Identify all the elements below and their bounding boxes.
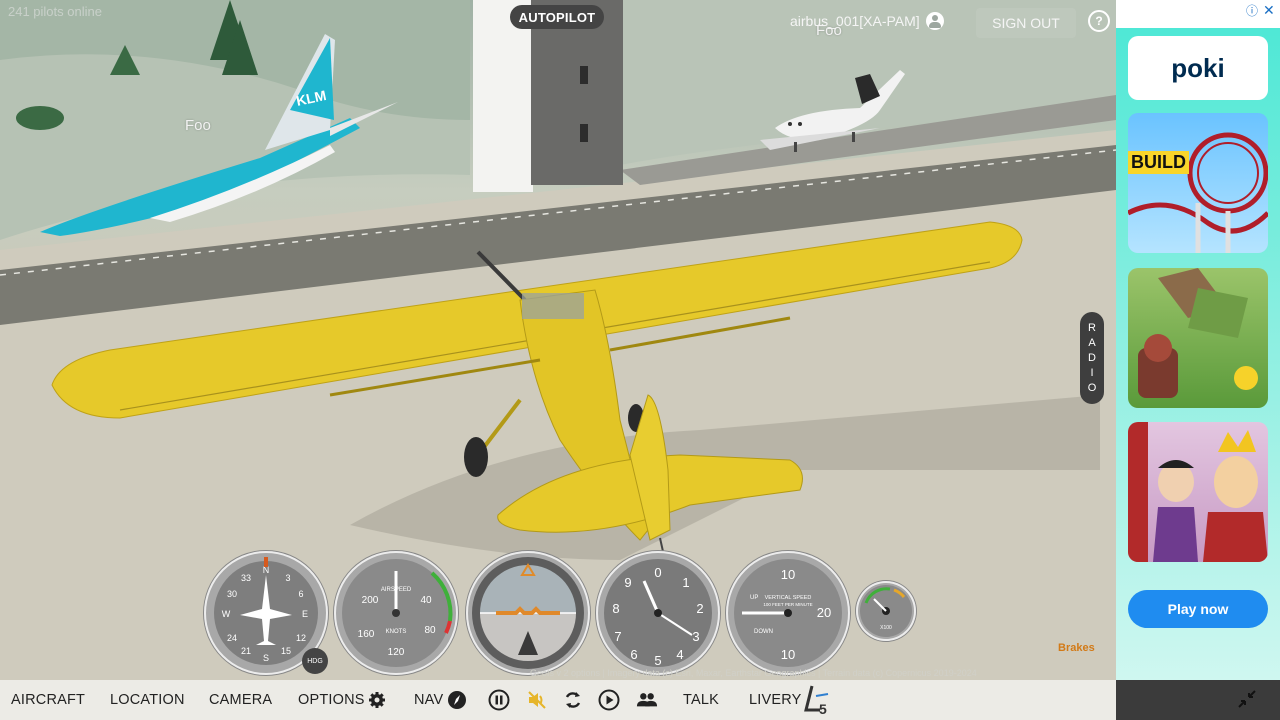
username: airbus_001[XA-PAM] bbox=[790, 13, 920, 29]
svg-text:33: 33 bbox=[241, 573, 251, 583]
ad-game-title: BUILD bbox=[1128, 151, 1189, 174]
ad-close-icon[interactable]: ✕ bbox=[1263, 2, 1275, 19]
pilots-online-count: 241 pilots online bbox=[8, 4, 102, 19]
attitude-indicator bbox=[466, 551, 590, 675]
svg-text:3: 3 bbox=[285, 573, 290, 583]
radio-letter: D bbox=[1088, 352, 1096, 364]
rpm-gauge: X100 bbox=[856, 581, 916, 641]
ad-game-card-coaster[interactable]: BUILD bbox=[1128, 113, 1268, 253]
svg-text:30: 30 bbox=[227, 589, 237, 599]
gear-icon[interactable] bbox=[366, 689, 388, 711]
svg-text:4: 4 bbox=[676, 647, 683, 662]
svg-text:0: 0 bbox=[654, 565, 661, 580]
attribution-text: Geofs v 2 options | Imagery data (c) Esr… bbox=[530, 668, 977, 678]
airspeed-unit: KNOTS bbox=[386, 629, 407, 635]
svg-text:6: 6 bbox=[630, 647, 637, 662]
svg-text:21: 21 bbox=[241, 646, 251, 656]
menu-aircraft[interactable]: AIRCRAFT bbox=[11, 680, 85, 720]
svg-text:7: 7 bbox=[614, 629, 621, 644]
svg-text:24: 24 bbox=[227, 633, 237, 643]
collapse-icon[interactable] bbox=[1236, 688, 1258, 710]
menu-talk[interactable]: TALK bbox=[683, 680, 719, 720]
geofs-logo-icon: 5 bbox=[802, 683, 830, 717]
airspeed-indicator: 40 80 120 160 200 AIRSPEED KNOTS bbox=[334, 551, 458, 675]
altimeter: 0 12 345 67 89 bbox=[596, 551, 720, 675]
reset-icon[interactable] bbox=[562, 689, 584, 711]
radio-letter: R bbox=[1088, 322, 1096, 334]
ad-game-card-archer[interactable] bbox=[1128, 268, 1268, 408]
svg-text:S: S bbox=[263, 653, 269, 663]
autopilot-button[interactable]: AUTOPILOT bbox=[510, 5, 604, 29]
menu-nav[interactable]: NAV bbox=[414, 680, 443, 720]
bush-1 bbox=[16, 106, 64, 130]
radio-letter: I bbox=[1090, 367, 1094, 379]
svg-text:5: 5 bbox=[819, 701, 827, 716]
svg-text:9: 9 bbox=[624, 575, 631, 590]
svg-text:2: 2 bbox=[696, 601, 703, 616]
players-icon[interactable] bbox=[636, 689, 658, 711]
svg-text:DOWN: DOWN bbox=[754, 629, 773, 635]
play-icon[interactable] bbox=[598, 689, 620, 711]
brakes-indicator: Brakes bbox=[1058, 642, 1095, 654]
bottom-menu-bar: AIRCRAFT LOCATION CAMERA OPTIONS NAV TAL… bbox=[0, 680, 1116, 720]
svg-text:6: 6 bbox=[298, 589, 303, 599]
ad-game-card-king[interactable] bbox=[1128, 422, 1268, 562]
svg-text:5: 5 bbox=[654, 653, 661, 668]
play-now-button[interactable]: Play now bbox=[1128, 590, 1268, 628]
vertical-speed-indicator: 10 20 10 VERTICAL SPEED 100 FEET PER MIN… bbox=[726, 551, 850, 675]
menu-options[interactable]: OPTIONS bbox=[298, 680, 365, 720]
menu-livery[interactable]: LIVERY bbox=[749, 680, 802, 720]
poki-logo[interactable]: poki bbox=[1128, 36, 1268, 100]
ad-info-icon[interactable]: ⓘ bbox=[1246, 2, 1258, 19]
svg-text:200: 200 bbox=[362, 595, 379, 606]
radio-letter: O bbox=[1087, 382, 1097, 394]
sign-out-button[interactable]: SIGN OUT bbox=[976, 8, 1076, 38]
svg-text:20: 20 bbox=[817, 605, 831, 620]
poki-brand-text: poki bbox=[1171, 52, 1225, 83]
svg-text:8: 8 bbox=[612, 601, 619, 616]
svg-text:X100: X100 bbox=[880, 625, 892, 631]
user-icon bbox=[925, 12, 944, 30]
svg-text:1: 1 bbox=[682, 575, 689, 590]
radio-button[interactable]: R A D I O bbox=[1080, 312, 1104, 404]
radio-letter: A bbox=[1088, 337, 1096, 349]
svg-text:160: 160 bbox=[358, 629, 375, 640]
svg-text:80: 80 bbox=[424, 625, 436, 636]
svg-text:3: 3 bbox=[692, 629, 699, 644]
svg-text:12: 12 bbox=[296, 633, 306, 643]
svg-text:E: E bbox=[302, 609, 308, 619]
svg-text:VERTICAL SPEED: VERTICAL SPEED bbox=[765, 595, 812, 601]
game-viewport[interactable]: 241 pilots online Foo Foo KLM AUTOPILOT … bbox=[0, 0, 1116, 680]
user-account[interactable]: airbus_001[XA-PAM] bbox=[790, 12, 944, 30]
svg-text:UP: UP bbox=[750, 595, 758, 601]
hdg-button[interactable]: HDG bbox=[302, 648, 328, 674]
svg-text:W: W bbox=[222, 609, 231, 619]
sound-muted-icon[interactable] bbox=[526, 689, 548, 711]
svg-text:100 FEET PER MINUTE: 100 FEET PER MINUTE bbox=[763, 602, 812, 607]
as-tick: 40 bbox=[420, 595, 432, 606]
compass-icon[interactable] bbox=[446, 689, 468, 711]
svg-text:15: 15 bbox=[281, 646, 291, 656]
player-label-left: Foo bbox=[185, 117, 211, 134]
svg-text:10: 10 bbox=[781, 567, 795, 582]
svg-text:10: 10 bbox=[781, 647, 795, 662]
svg-text:120: 120 bbox=[388, 647, 405, 658]
pause-icon[interactable] bbox=[488, 689, 510, 711]
menu-location[interactable]: LOCATION bbox=[110, 680, 185, 720]
help-icon[interactable]: ? bbox=[1088, 10, 1110, 32]
menu-camera[interactable]: CAMERA bbox=[209, 680, 272, 720]
